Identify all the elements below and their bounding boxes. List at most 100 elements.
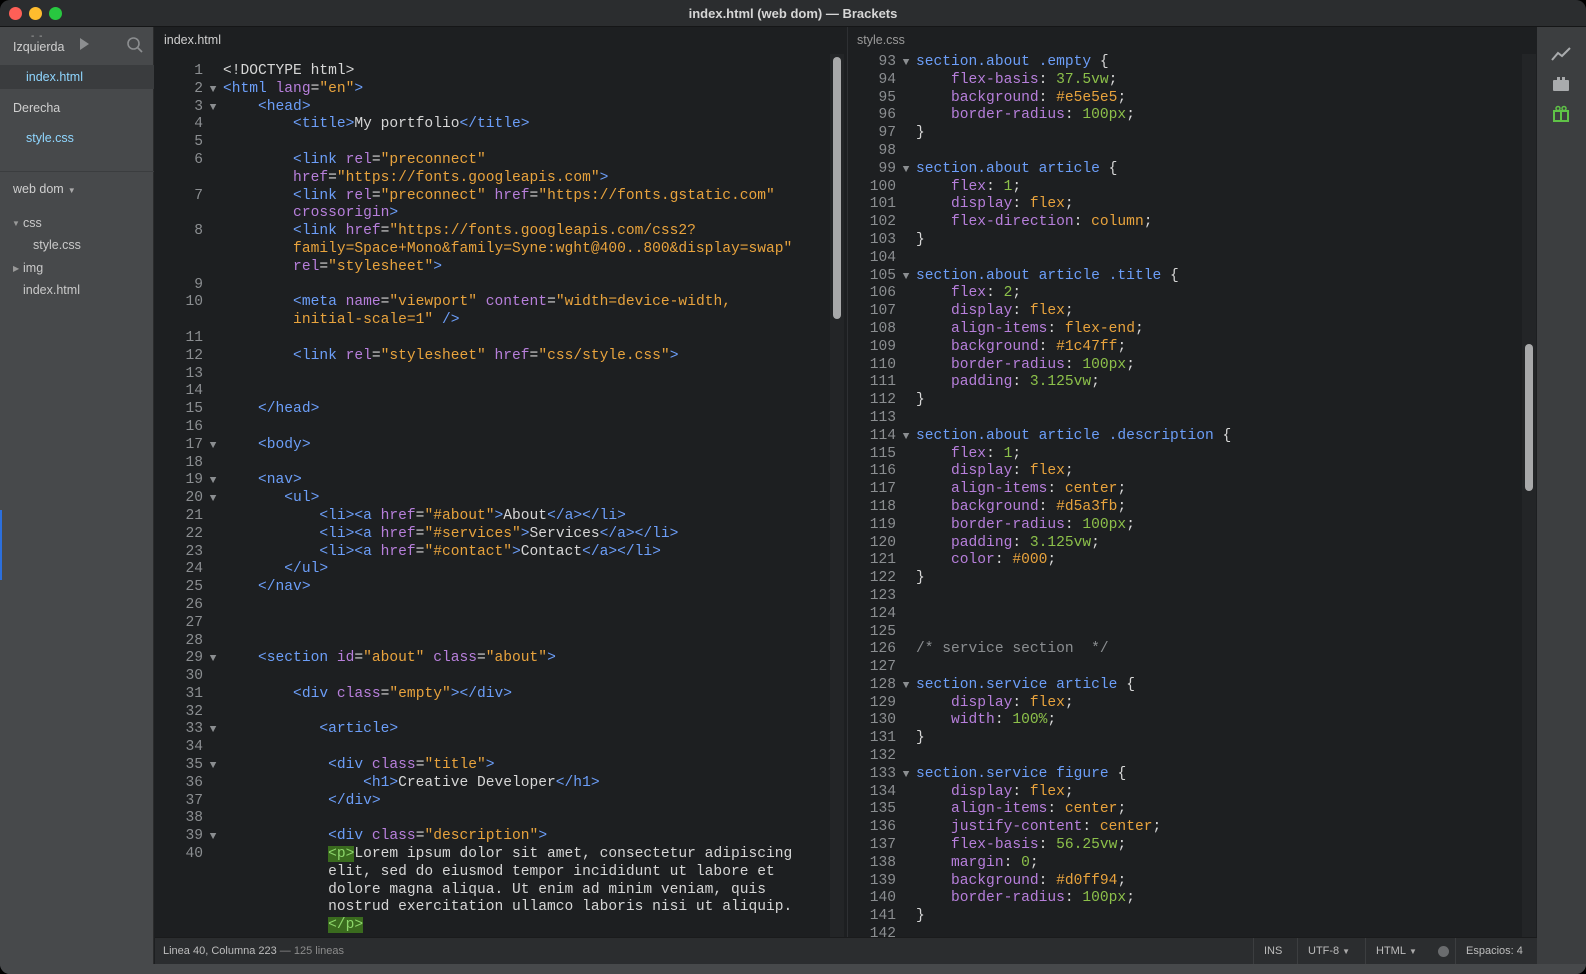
code-line[interactable]: 124 [848,606,1523,624]
code-line[interactable]: 133 ▼ section.service figure { [848,766,1523,784]
code-line[interactable]: 137 flex-basis: 56.25vw; [848,837,1523,855]
code-line[interactable]: 140 border-radius: 100px; [848,890,1523,908]
code-line[interactable]: 98 [848,143,1523,161]
code-line[interactable]: 12 <link rel="stylesheet" href="css/styl… [155,348,831,366]
code-line[interactable]: crossorigin> [155,205,831,223]
code-line[interactable]: 19 ▼ <nav> [155,472,831,490]
code-line[interactable]: 24 </ul> [155,561,831,579]
language-select[interactable]: HTML ▼ [1365,938,1431,965]
tree-file-style-css[interactable]: style.css [33,238,81,252]
fold-toggle-icon[interactable]: ▼ [896,162,916,180]
code-line[interactable]: 94 flex-basis: 37.5vw; [848,72,1523,90]
code-line[interactable]: 4 <title>My portfolio</title> [155,116,831,134]
tree-folder-img[interactable]: img [23,261,43,275]
code-line[interactable]: 109 background: #1c47ff; [848,339,1523,357]
scrollbar-left[interactable] [833,57,841,319]
code-line[interactable]: 34 [155,739,831,757]
code-line[interactable]: 9 [155,277,831,295]
code-line[interactable]: 33 ▼ <article> [155,721,831,739]
encoding-select[interactable]: UTF-8 ▼ [1297,938,1365,965]
code-line[interactable]: 127 [848,659,1523,677]
code-line[interactable]: 128 ▼ section.service article { [848,677,1523,695]
code-line[interactable]: 106 flex: 2; [848,285,1523,303]
code-line[interactable]: 113 [848,410,1523,428]
code-line[interactable]: family=Space+Mono&family=Syne:wght@400..… [155,241,831,259]
code-line[interactable]: 3 ▼ <head> [155,99,831,117]
code-line[interactable]: 17 ▼ <body> [155,437,831,455]
code-line[interactable]: 22 <li><a href="#services">Services</a><… [155,526,831,544]
working-file-style-css[interactable]: style.css [0,126,154,150]
code-line[interactable]: 121 color: #000; [848,552,1523,570]
fold-toggle-icon[interactable]: ▼ [203,722,223,740]
code-line[interactable]: 130 width: 100%; [848,712,1523,730]
code-line[interactable]: </p> [155,917,831,935]
search-icon[interactable] [126,36,144,54]
code-line[interactable]: 101 display: flex; [848,196,1523,214]
code-line[interactable]: 117 align-items: center; [848,481,1523,499]
fold-toggle-icon[interactable]: ▼ [896,429,916,447]
tab-index-html[interactable]: index.html [155,27,221,54]
code-line[interactable]: 123 [848,588,1523,606]
code-line[interactable]: 131 } [848,730,1523,748]
fold-toggle-icon[interactable]: ▼ [203,491,223,509]
code-line[interactable]: 108 align-items: flex-end; [848,321,1523,339]
live-preview-icon[interactable] [1551,45,1571,63]
fold-toggle-icon[interactable]: ▼ [896,55,916,73]
code-line[interactable]: 122 } [848,570,1523,588]
tree-folder-css[interactable]: css [23,216,42,230]
code-line[interactable]: 107 display: flex; [848,303,1523,321]
code-line[interactable]: 141 } [848,908,1523,926]
code-line[interactable]: 29 ▼ <section id="about" class="about"> [155,650,831,668]
indentation-select[interactable]: Espacios: 4 [1455,938,1537,965]
code-line[interactable]: 14 [155,383,831,401]
code-line[interactable]: 111 padding: 3.125vw; [848,374,1523,392]
code-line[interactable]: 110 border-radius: 100px; [848,357,1523,375]
code-line[interactable]: 115 flex: 1; [848,446,1523,464]
code-line[interactable]: 138 margin: 0; [848,855,1523,873]
code-line[interactable]: 7 <link rel="preconnect" href="https://f… [155,188,831,206]
code-line[interactable]: 18 [155,455,831,473]
code-line[interactable]: 23 <li><a href="#contact">Contact</a></l… [155,544,831,562]
code-line[interactable]: 36 <h1>Creative Developer</h1> [155,775,831,793]
code-line[interactable]: 100 flex: 1; [848,179,1523,197]
code-line[interactable]: 103 } [848,232,1523,250]
code-line[interactable]: nostrud exercitation ullamco laboris nis… [155,899,831,917]
fold-toggle-icon[interactable]: ▼ [896,269,916,287]
code-line[interactable]: 96 border-radius: 100px; [848,107,1523,125]
code-line[interactable]: 35 ▼ <div class="title"> [155,757,831,775]
code-line[interactable]: 97 } [848,125,1523,143]
code-line[interactable]: 135 align-items: center; [848,801,1523,819]
code-line[interactable]: 114 ▼ section.about article .description { [848,428,1523,446]
code-line[interactable]: 93 ▼ section.about .empty { [848,54,1523,72]
code-line[interactable]: 26 [155,597,831,615]
code-line[interactable]: 134 display: flex; [848,784,1523,802]
split-pane-label[interactable]: - - Izquierda [13,31,64,54]
code-line[interactable]: 1 <!DOCTYPE html> [155,63,831,81]
code-line[interactable]: 118 background: #d5a3fb; [848,499,1523,517]
code-line[interactable]: 32 [155,704,831,722]
code-line[interactable]: elit, sed do eiusmod tempor incididunt u… [155,864,831,882]
code-line[interactable]: 2 ▼ <html lang="en"> [155,81,831,99]
code-line[interactable]: 11 [155,330,831,348]
code-line[interactable]: 15 </head> [155,401,831,419]
code-line[interactable]: 125 [848,624,1523,642]
fold-toggle-icon[interactable]: ▼ [203,651,223,669]
code-line[interactable]: href="https://fonts.googleapis.com"> [155,170,831,188]
code-line[interactable]: dolore magna aliqua. Ut enim ad minim ve… [155,882,831,900]
linter-status-icon[interactable] [1438,946,1449,957]
code-line[interactable]: 5 [155,134,831,152]
code-line[interactable]: 10 <meta name="viewport" content="width=… [155,294,831,312]
code-line[interactable]: initial-scale=1" /> [155,312,831,330]
fold-toggle-icon[interactable]: ▼ [203,758,223,776]
code-line[interactable]: 6 <link rel="preconnect" [155,152,831,170]
code-line[interactable]: 28 [155,633,831,651]
fold-toggle-icon[interactable]: ▼ [203,438,223,456]
fold-toggle-icon[interactable]: ▼ [203,82,223,100]
code-line[interactable]: 8 <link href="https://fonts.googleapis.c… [155,223,831,241]
tree-file-index-html[interactable]: index.html [23,283,80,297]
code-line[interactable]: 21 <li><a href="#about">About</a></li> [155,508,831,526]
code-line[interactable]: 13 [155,366,831,384]
insert-mode-toggle[interactable]: INS [1253,938,1297,965]
tab-style-css[interactable]: style.css [848,27,905,54]
extension-gift-icon[interactable] [1551,105,1571,123]
